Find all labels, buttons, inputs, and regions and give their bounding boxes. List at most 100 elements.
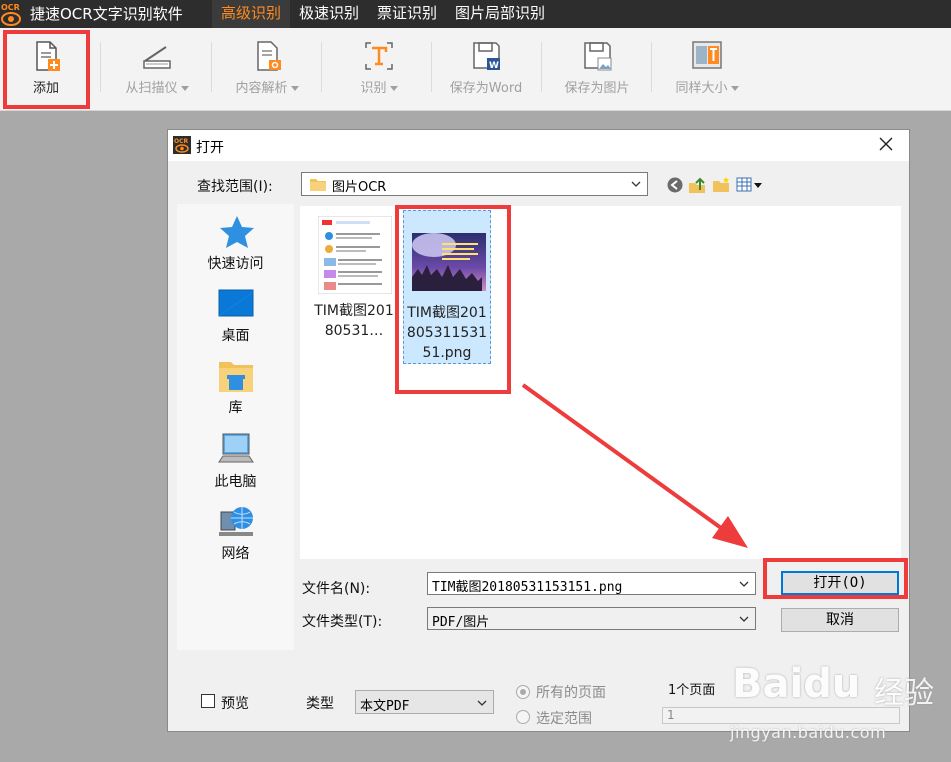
range-radio[interactable] — [516, 710, 530, 724]
place-network[interactable]: 网络 — [177, 504, 294, 574]
page-range-value: 1 — [667, 708, 675, 722]
desktop-icon — [218, 289, 254, 317]
analyze-button[interactable]: 内容解析 — [222, 28, 312, 110]
open-button-highlight — [763, 558, 908, 599]
add-button-highlight — [3, 30, 90, 109]
back-icon[interactable] — [666, 176, 684, 194]
tab-advanced-recognition[interactable]: 高级识别 — [212, 0, 291, 28]
type-select[interactable]: 本文PDF — [355, 690, 494, 714]
range-label: 选定范围 — [536, 711, 592, 727]
filename-value: TIM截图20180531153151.png — [432, 580, 623, 595]
app-titlebar: OCR 捷速OCR文字识别软件 高级识别 极速识别 票证识别 图片局部识别 — [0, 0, 951, 28]
filename-label: 文件名(N): — [302, 581, 371, 597]
preview-checkbox[interactable] — [201, 694, 215, 708]
text-recognize-icon — [365, 42, 393, 70]
scanner-button[interactable]: 从扫描仪 — [112, 28, 202, 110]
svg-text:OCR: OCR — [1, 3, 20, 12]
place-quick-access[interactable]: 快速访问 — [177, 214, 294, 284]
view-menu-icon[interactable] — [736, 176, 764, 194]
document-analyze-icon — [257, 41, 281, 71]
selected-file-highlight — [395, 205, 511, 394]
main-toolbar: 添加 从扫描仪 内容解析 识别 W 保存为Word 保存为图片 同样大小 — [0, 28, 951, 111]
type-label: 类型 — [306, 696, 334, 712]
all-pages-label: 所有的页面 — [536, 685, 606, 701]
all-pages-radio[interactable] — [516, 685, 530, 699]
baidu-logo: Baidu — [732, 661, 861, 707]
place-label: 此电脑 — [214, 474, 257, 490]
tab-fast-recognition[interactable]: 极速识别 — [290, 0, 368, 28]
filename-input[interactable]: TIM截图20180531153151.png — [427, 572, 756, 595]
place-label: 网络 — [221, 546, 250, 562]
place-label: 桌面 — [221, 328, 250, 344]
toolbar-divider — [431, 42, 432, 92]
star-icon — [220, 216, 254, 248]
save-word-button[interactable]: W 保存为Word — [440, 28, 532, 110]
toolbar-divider — [541, 42, 542, 92]
cancel-button[interactable]: 取消 — [781, 608, 899, 632]
watermark-jingyan: 经验 — [874, 676, 934, 711]
filetype-label: 文件类型(T): — [302, 614, 383, 630]
library-icon — [219, 362, 253, 392]
same-size-button[interactable]: 同样大小 — [662, 28, 752, 110]
app-title: 捷速OCR文字识别软件 — [30, 5, 183, 23]
place-this-pc[interactable]: 此电脑 — [177, 432, 294, 502]
place-label: 库 — [228, 400, 243, 416]
look-in-combobox[interactable]: 图片OCR — [301, 172, 648, 196]
type-value: 本文PDF — [360, 699, 410, 714]
folder-icon — [310, 179, 326, 191]
file-name: TIM截图20180531… — [314, 303, 394, 339]
look-in-value: 图片OCR — [332, 180, 387, 195]
file-list: TIM截图20180531… TIM截图20180531153151.png — [300, 206, 901, 559]
tab-partial-image-recognition[interactable]: 图片局部识别 — [446, 0, 554, 28]
filetype-select[interactable]: PDF/图片 — [427, 607, 756, 630]
file-item[interactable]: TIM截图20180531… — [310, 208, 398, 348]
network-icon — [219, 507, 253, 536]
chevron-down-icon[interactable] — [739, 580, 749, 588]
watermark-url: jingyan.baidu.com — [730, 723, 887, 742]
tab-receipt-recognition[interactable]: 票证识别 — [368, 0, 446, 28]
same-size-label: 同样大小 — [675, 81, 728, 96]
toolbar-divider — [321, 42, 322, 92]
place-library[interactable]: 库 — [177, 358, 294, 428]
preview-label: 预览 — [221, 696, 249, 712]
open-file-dialog: OCR 打开 查找范围(I): 图片OCR 快速访问 桌面 库 此电脑 网络 T… — [167, 129, 910, 732]
place-desktop[interactable]: 桌面 — [177, 286, 294, 356]
save-word-icon: W — [473, 42, 500, 71]
computer-icon — [218, 433, 254, 463]
chevron-down-icon — [730, 86, 739, 91]
recognize-label: 识别 — [360, 81, 387, 96]
chevron-down-icon — [180, 86, 189, 91]
toolbar-divider — [211, 42, 212, 92]
place-label: 快速访问 — [207, 256, 264, 272]
scanner-icon — [143, 46, 171, 69]
svg-text:OCR: OCR — [174, 138, 189, 145]
save-word-label: 保存为Word — [449, 81, 523, 96]
filetype-value: PDF/图片 — [432, 615, 490, 630]
save-image-icon — [584, 42, 612, 71]
places-bar: 快速访问 桌面 库 此电脑 网络 — [177, 204, 294, 650]
chevron-down-icon[interactable] — [739, 615, 749, 623]
close-icon[interactable] — [877, 135, 895, 153]
mode-tabs: 高级识别 极速识别 票证识别 图片局部识别 — [212, 0, 554, 28]
chevron-down-icon — [290, 86, 299, 91]
chevron-down-icon[interactable] — [631, 180, 641, 188]
scanner-label: 从扫描仪 — [125, 81, 178, 96]
page-count: 1个页面 — [668, 683, 716, 698]
chevron-down-icon[interactable] — [477, 699, 487, 707]
ocr-logo-icon: OCR — [1, 3, 21, 26]
look-in-label: 查找范围(I): — [197, 179, 273, 195]
toolbar-divider — [651, 42, 652, 92]
dialog-titlebar: OCR 打开 — [168, 130, 909, 161]
recognize-button[interactable]: 识别 — [334, 28, 424, 110]
up-folder-icon[interactable] — [688, 176, 706, 194]
image-text-icon — [692, 41, 722, 69]
analyze-label: 内容解析 — [235, 81, 288, 96]
ocr-logo-icon: OCR — [173, 136, 191, 154]
new-folder-icon[interactable] — [712, 176, 730, 194]
save-image-button[interactable]: 保存为图片 — [551, 28, 643, 110]
screenshot-thumbnail-1 — [318, 216, 392, 294]
save-image-label: 保存为图片 — [564, 81, 630, 96]
chevron-down-icon — [389, 86, 398, 91]
svg-text:W: W — [489, 61, 499, 71]
toolbar-divider — [100, 42, 101, 92]
